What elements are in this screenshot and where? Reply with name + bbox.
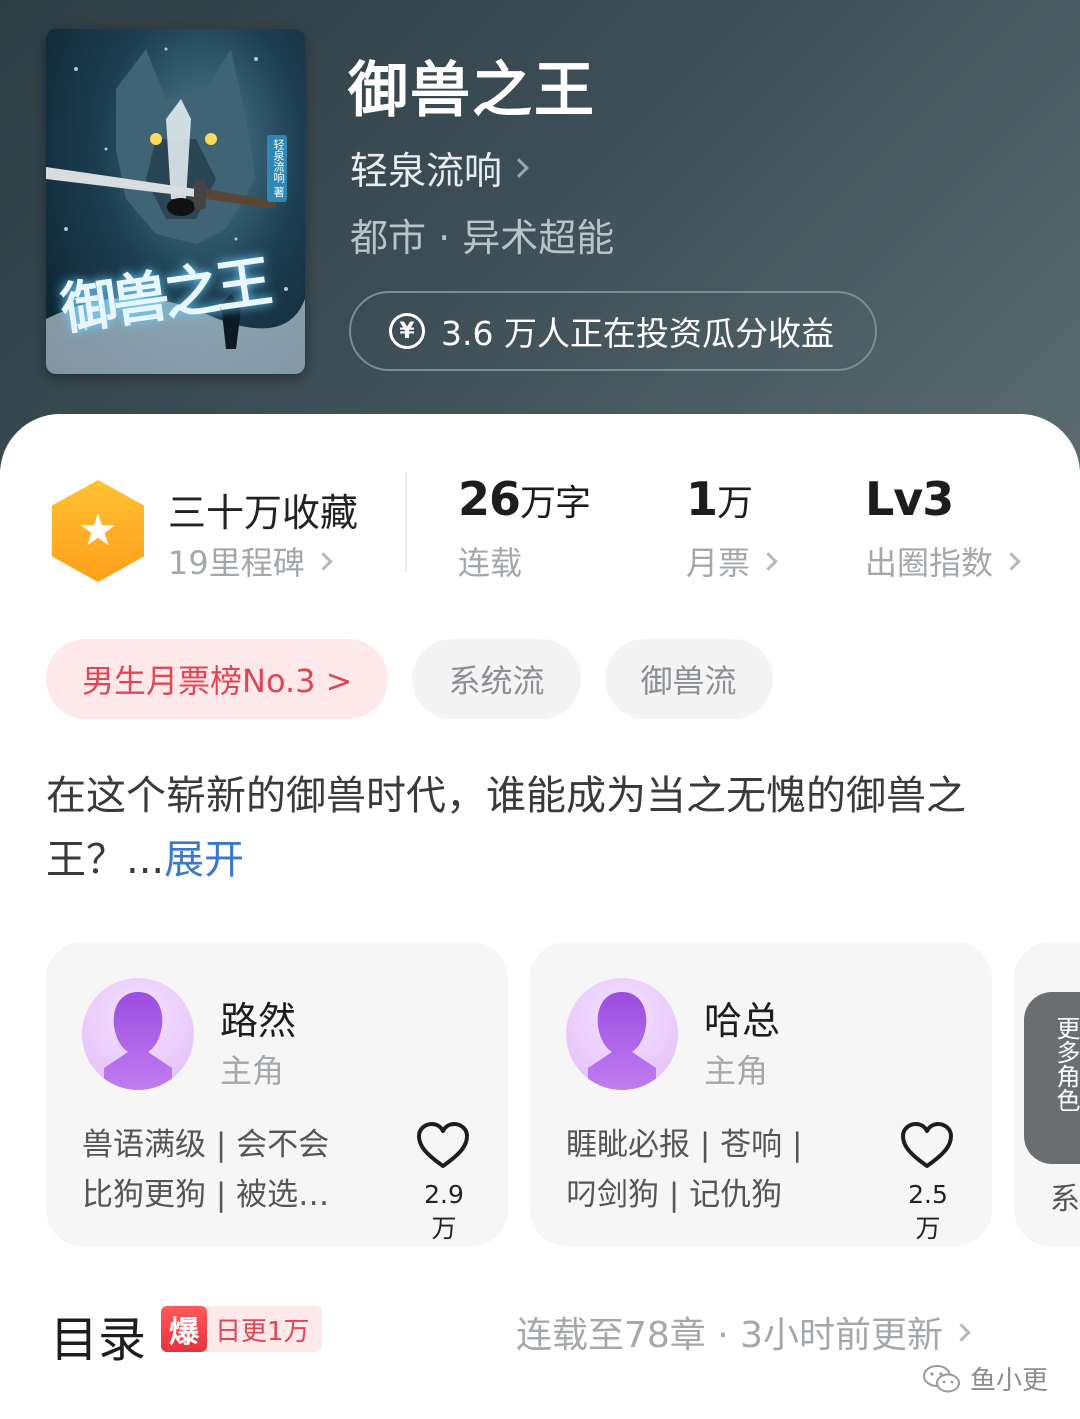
heart-icon[interactable] [900,1122,954,1170]
chevron-right-icon [509,157,529,178]
invest-text: 3.6 万人正在投资瓜分收益 [441,314,834,353]
person-silhouette-icon [588,992,656,1090]
watermark: 鱼小更 [922,1360,1048,1397]
tag-beast-taming[interactable]: 御兽流 [604,639,773,719]
tag-row: 男生月票榜No.3 > 系统流 御兽流 [46,639,773,719]
character-card[interactable]: 哈总 主角 睚眦必报 | 苍响 | 叼剑狗 | 记仇狗 2.5万 [530,942,992,1246]
tag-system[interactable]: 系统流 [412,639,581,719]
character-name: 哈总 [704,999,781,1043]
monthly-votes-value: 1 [686,472,718,526]
serial-status: 连载 [458,544,523,582]
book-title: 御兽之王 [348,56,596,126]
milestone-link[interactable]: 19里程碑 [168,538,333,584]
character-tags: 兽语满级 | 会不会 比狗更狗 | 被选… [82,1120,372,1220]
character-card[interactable]: 路然 主角 兽语满级 | 会不会 比狗更狗 | 被选… 2.9万 [46,942,508,1246]
character-role: 主角 [704,1052,769,1090]
yen-coin-icon: ¥ [389,313,425,349]
author-link[interactable]: 轻泉流响 [350,140,529,195]
character-tags-line: 兽语满级 | 会不会 [82,1127,330,1163]
chevron-right-icon [314,551,333,571]
stats-row: ★ 三十万收藏 19里程碑 26万字 连载 1万 月票 Lv3 出圈指数 [0,472,1080,592]
watermark-text: 鱼小更 [970,1366,1049,1396]
author-name: 轻泉流响 [350,149,503,193]
chevron-right-icon [1002,551,1021,571]
word-count-unit: 万字 [520,483,591,524]
expand-link[interactable]: 展开 [164,837,244,883]
toc-update-link[interactable]: 连载至78章 · 3小时前更新 [516,1306,971,1358]
book-cover-image[interactable]: 御兽之王 轻泉流响 著 [46,29,305,374]
book-detail-card: ★ 三十万收藏 19里程碑 26万字 连载 1万 月票 Lv3 出圈指数 男生月… [0,414,1080,1419]
more-roles-button[interactable]: 更多角色 [1024,992,1080,1164]
daily-update-badge: 爆 日更1万 [161,1306,322,1352]
character-role: 主角 [220,1052,285,1090]
milestone-label: 19里程碑 [168,544,305,582]
popularity-level: Lv3 [865,472,954,526]
toc-title[interactable]: 目录 [50,1300,146,1370]
stat-word-count: 26万字 连载 [458,472,591,584]
hot-icon: 爆 [161,1306,207,1352]
invest-button[interactable]: ¥ 3.6 万人正在投资瓜分收益 [349,291,877,371]
collection-count: 三十万收藏 [168,491,359,535]
book-header: 御兽之王 轻泉流响 著 御兽之王 轻泉流响 都市 · 异术超能 ¥ 3.6 万人… [0,0,1080,470]
character-name: 路然 [220,999,297,1043]
monthly-votes-label: 月票 [686,544,751,582]
wechat-icon [923,1364,960,1392]
monthly-votes-unit: 万 [717,483,753,524]
character-likes: 2.9万 [424,1180,464,1243]
character-avatar [566,978,678,1090]
character-avatar [82,978,194,1090]
cover-author-tag: 轻泉流响 著 [267,135,287,202]
character-tags-line: 睚眦必报 | 苍响 | [566,1127,803,1163]
synopsis: 在这个崭新的御兽时代，谁能成为当之无愧的御兽之王？...展开 [46,764,1036,892]
stats-divider [405,472,407,572]
chevron-right-icon [952,1322,971,1342]
daily-update-text: 日更1万 [215,1316,310,1347]
rank-tag[interactable]: 男生月票榜No.3 > [46,639,389,719]
peek-text: 系 [1050,1182,1080,1217]
character-tags-line: 叼剑狗 | 记仇狗 [566,1177,783,1213]
heart-icon[interactable] [416,1122,470,1170]
star-icon: ★ [78,505,118,556]
person-silhouette-icon [104,992,172,1090]
collection-badge-icon: ★ [52,480,144,582]
chevron-right-icon [759,551,778,571]
word-count-value: 26 [458,472,521,526]
character-tags: 睚眦必报 | 苍响 | 叼剑狗 | 记仇狗 [566,1120,856,1220]
popularity-label: 出圈指数 [865,544,994,582]
character-likes: 2.5万 [908,1180,948,1243]
stat-popularity-index[interactable]: Lv3 出圈指数 [865,472,1021,584]
character-tags-line: 比狗更狗 | 被选… [82,1177,330,1213]
character-carousel: 路然 主角 兽语满级 | 会不会 比狗更狗 | 被选… 2.9万 哈总 主角 睚… [46,942,1080,1248]
stat-monthly-votes[interactable]: 1万 月票 [686,472,778,584]
toc-status-text: 连载至78章 · 3小时前更新 [516,1315,944,1356]
book-genre: 都市 · 异术超能 [350,216,615,260]
